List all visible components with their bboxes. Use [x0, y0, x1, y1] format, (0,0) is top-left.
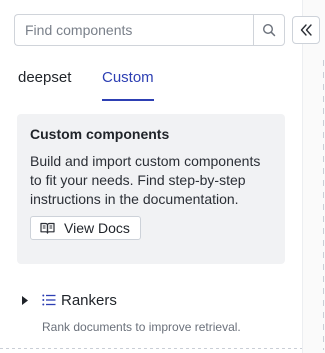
tab-deepset[interactable]: deepset	[18, 68, 71, 100]
collapse-panel-button[interactable]	[292, 16, 320, 44]
card-title: Custom components	[30, 126, 170, 142]
canvas-grid-dots	[323, 60, 324, 350]
list-icon	[42, 293, 56, 307]
divider	[0, 348, 302, 349]
group-toggle-rankers[interactable]: Rankers	[20, 290, 290, 310]
canvas-edge	[302, 0, 325, 353]
double-chevron-left-icon	[300, 24, 312, 36]
book-open-icon	[40, 222, 55, 234]
tab-custom[interactable]: Custom	[102, 68, 154, 101]
caret-right-icon	[20, 295, 30, 305]
custom-components-card: Custom components Build and import custo…	[17, 114, 285, 264]
active-tab-indicator	[102, 99, 154, 101]
tab-deepset-label: deepset	[18, 69, 72, 86]
search-icon	[262, 23, 276, 37]
search-button[interactable]	[253, 14, 285, 46]
search-bar	[14, 14, 285, 46]
view-docs-button[interactable]: View Docs	[30, 216, 141, 240]
group-name: Rankers	[61, 291, 117, 309]
tab-custom-label: Custom	[102, 69, 154, 86]
components-panel: deepset Custom Custom components Build a…	[0, 0, 302, 353]
component-group-rankers: Rankers Rank documents to improve retrie…	[20, 290, 290, 334]
tab-bar: deepset Custom	[0, 60, 302, 102]
card-body: Build and import custom components to fi…	[30, 153, 261, 207]
view-docs-label: View Docs	[64, 220, 130, 236]
search-input[interactable]	[14, 14, 253, 46]
group-description: Rank documents to improve retrieval.	[42, 320, 241, 334]
